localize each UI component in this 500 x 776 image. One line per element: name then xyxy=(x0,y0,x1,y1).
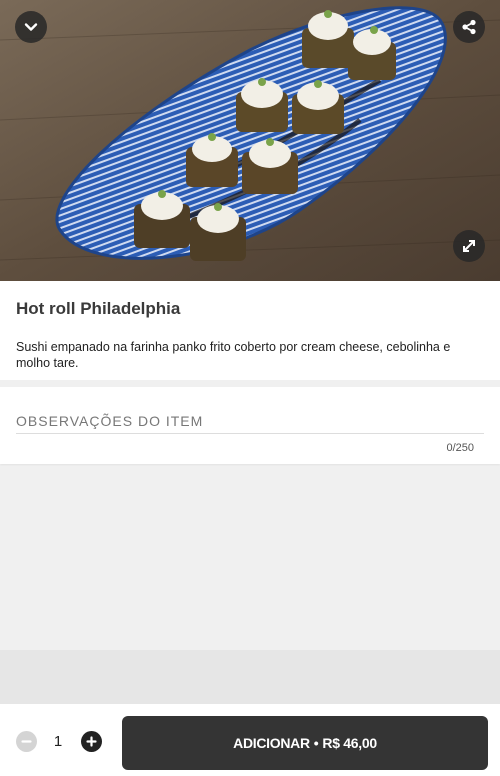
product-image xyxy=(0,0,500,281)
increase-quantity-button[interactable] xyxy=(81,731,102,752)
add-button-separator: • xyxy=(313,735,319,751)
product-info: Hot roll Philadelphia Sushi empanado na … xyxy=(0,281,500,380)
minus-icon xyxy=(21,740,32,743)
add-to-cart-button[interactable]: ADICIONAR • R$ 46,00 xyxy=(122,716,488,770)
collapse-button[interactable] xyxy=(15,11,47,43)
product-description: Sushi empanado na farinha panko frito co… xyxy=(16,340,451,370)
spacer xyxy=(0,650,500,704)
plus-icon xyxy=(86,736,97,747)
chevron-down-icon xyxy=(24,23,38,31)
add-button-price: R$ 46,00 xyxy=(322,735,377,751)
order-bar: 1 ADICIONAR • R$ 46,00 xyxy=(0,704,500,776)
expand-icon xyxy=(463,240,475,252)
item-notes-section: 0/250 xyxy=(0,387,500,464)
item-notes-input[interactable] xyxy=(16,409,484,434)
add-button-label: ADICIONAR xyxy=(233,735,310,751)
share-icon xyxy=(462,19,476,35)
expand-image-button[interactable] xyxy=(453,230,485,262)
quantity-value: 1 xyxy=(53,733,63,750)
decrease-quantity-button[interactable] xyxy=(16,731,37,752)
product-title: Hot roll Philadelphia xyxy=(16,299,181,318)
sushi-photo xyxy=(0,0,500,281)
notes-char-counter: 0/250 xyxy=(446,442,474,454)
share-button[interactable] xyxy=(453,11,485,43)
